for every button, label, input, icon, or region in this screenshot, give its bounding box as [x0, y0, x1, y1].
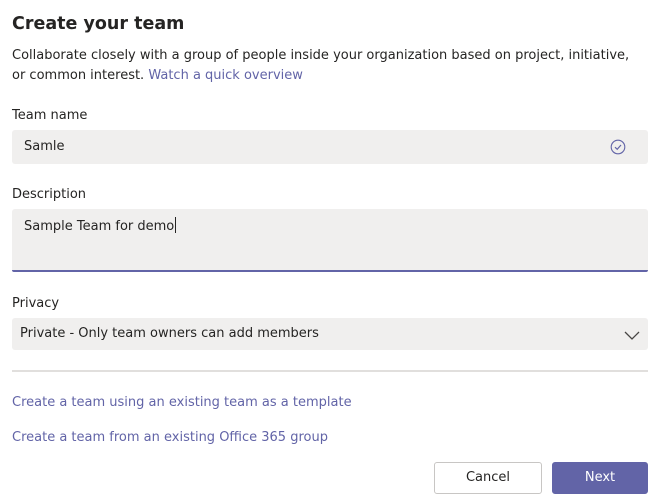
- intro-text: Collaborate closely with a group of peop…: [12, 48, 630, 83]
- text-caret: [175, 217, 177, 233]
- description-field[interactable]: Sample Team for demo: [12, 209, 648, 272]
- create-from-o365-group-link[interactable]: Create a team from an existing Office 36…: [12, 429, 328, 447]
- dialog-title: Create your team: [12, 14, 185, 34]
- next-button[interactable]: Next: [552, 462, 648, 494]
- description-label: Description: [12, 187, 87, 202]
- check-circle-icon: [610, 139, 626, 155]
- chevron-down-icon: [624, 327, 640, 341]
- privacy-selected-value: Private - Only team owners can add membe…: [20, 326, 319, 341]
- team-name-label: Team name: [12, 108, 88, 123]
- team-name-value: Samle: [24, 139, 65, 154]
- create-from-template-link[interactable]: Create a team using an existing team as …: [12, 394, 352, 412]
- dialog-intro: Collaborate closely with a group of peop…: [12, 46, 642, 86]
- privacy-dropdown[interactable]: Private - Only team owners can add membe…: [12, 318, 648, 350]
- description-value: Sample Team for demo: [24, 217, 177, 234]
- privacy-label: Privacy: [12, 296, 60, 311]
- cancel-button[interactable]: Cancel: [434, 462, 542, 494]
- watch-overview-link[interactable]: Watch a quick overview: [148, 68, 303, 83]
- divider: [12, 370, 648, 372]
- team-name-field[interactable]: Samle: [12, 130, 648, 164]
